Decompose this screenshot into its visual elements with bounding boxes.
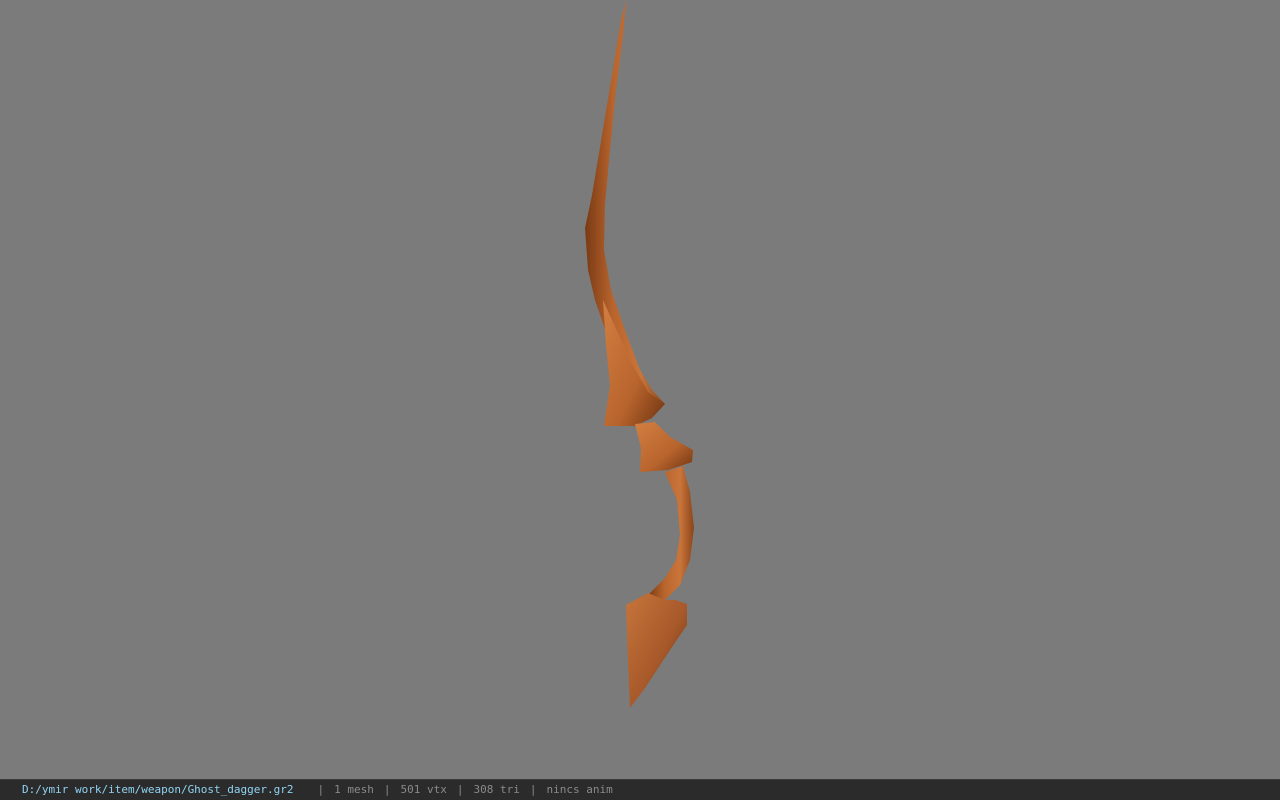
status-bar: D:/ymir work/item/weapon/Ghost_dagger.gr… [0, 779, 1280, 800]
status-separator: | [529, 783, 537, 796]
status-separator: | [456, 783, 464, 796]
status-separator: | [317, 783, 325, 796]
dagger-collar [635, 422, 693, 472]
dagger-grip [648, 466, 694, 603]
status-separator: | [383, 783, 391, 796]
model-file-path: D:/ymir work/item/weapon/Ghost_dagger.gr… [22, 783, 294, 796]
dagger-blade [585, 0, 665, 405]
3d-viewport[interactable] [0, 0, 1280, 779]
vertex-count: 501 vtx [400, 783, 447, 796]
animation-status: nincs anim [546, 783, 613, 796]
triangle-count: 308 tri [473, 783, 520, 796]
dagger-model [585, 0, 694, 708]
mesh-count: 1 mesh [334, 783, 374, 796]
dagger-pommel [626, 593, 687, 708]
